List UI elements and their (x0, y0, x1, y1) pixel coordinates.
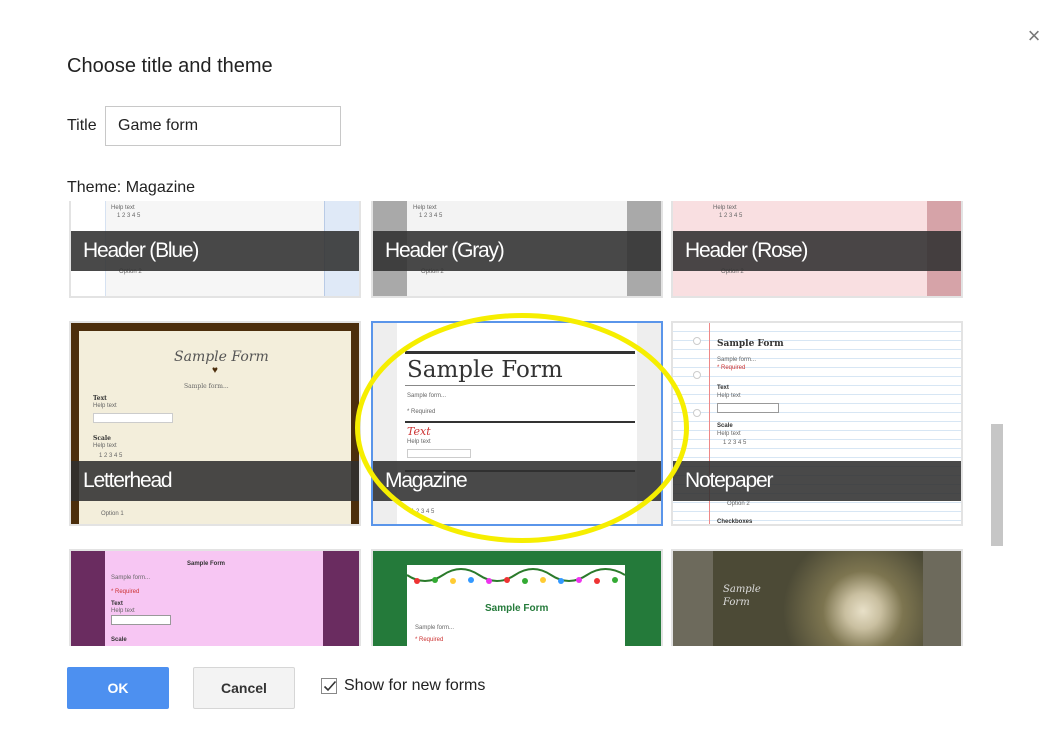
sample-form-title: Sample Form (717, 339, 784, 349)
dialog-title: Choose title and theme (67, 55, 273, 77)
text-field (111, 615, 171, 625)
rule (405, 421, 635, 423)
scale-numbers: 1 2 3 4 5 (99, 453, 123, 459)
help-text: Help text (717, 431, 741, 437)
rule (405, 385, 635, 386)
title-label: Title (67, 117, 97, 134)
required-note: * Required (717, 365, 746, 371)
sample-form-title: Sample Form (187, 561, 226, 567)
required-note: * Required (407, 409, 436, 415)
sample-form-title: Sample Form (174, 349, 269, 365)
sample-form-desc: Sample form... (184, 383, 229, 390)
crest-icon: ♥ (212, 365, 218, 376)
text-field (93, 413, 173, 423)
theme-label: Theme: Magazine (67, 179, 196, 196)
tile-label: Letterhead (71, 461, 359, 501)
sample-form-desc: Sample form... (407, 393, 447, 399)
string-lights-icon (407, 568, 625, 584)
title-input[interactable] (105, 106, 341, 146)
scale-numbers: 1 2 3 4 5 (723, 440, 747, 446)
field-label: Text (111, 601, 123, 607)
field-label: Text (407, 425, 431, 438)
checkbox-label: Show for new forms (344, 677, 486, 694)
theme-grid[interactable]: Help text 1 2 3 4 5 Option 2 Header (Blu… (67, 201, 967, 646)
help-text: Help text (413, 205, 437, 211)
option-label: Option 2 (727, 501, 750, 507)
required-note: * Required (415, 637, 444, 643)
help-text: Help text (93, 443, 117, 449)
help-text: Help text (93, 403, 117, 409)
field-label: Text (717, 385, 729, 391)
tile-label: Notepaper (673, 461, 961, 501)
tile-label: Header (Blue) (71, 231, 359, 271)
theme-tile-flowers[interactable]: Sample Form (671, 549, 963, 646)
tile-paper: Sample Form Sample form... * Required (407, 565, 625, 646)
theme-tile-green-lights[interactable]: Sample Form Sample form... * Required (371, 549, 663, 646)
theme-tile-header-blue[interactable]: Help text 1 2 3 4 5 Option 2 Header (Blu… (69, 201, 361, 298)
tile-label: Header (Rose) (673, 231, 961, 271)
cancel-button[interactable]: Cancel (193, 667, 295, 709)
scrollbar-thumb[interactable] (991, 424, 1003, 546)
scale-numbers: 1 2 3 4 5 (419, 213, 443, 219)
scale-numbers: 1 2 3 4 5 (719, 213, 743, 219)
checkbox-box[interactable] (321, 678, 337, 694)
help-text: Help text (717, 393, 741, 399)
help-text: Help text (713, 205, 737, 211)
tile-label: Header (Gray) (373, 231, 661, 271)
field-label: Text (93, 395, 107, 402)
punch-hole (693, 337, 701, 345)
theme-tile-purple[interactable]: Sample Form Sample form... * Required Te… (69, 549, 361, 646)
ok-button[interactable]: OK (67, 667, 169, 709)
rule (405, 351, 635, 354)
sample-form-title: Sample Form (723, 584, 761, 608)
sample-form-title: Sample Form (485, 603, 549, 614)
field-label: Scale (111, 637, 127, 643)
scale-numbers: 1 2 3 4 5 (117, 213, 141, 219)
close-icon[interactable]: × (1024, 25, 1044, 47)
checkmark-icon (323, 680, 337, 692)
theme-tile-header-gray[interactable]: Help text 1 2 3 4 5 Option 2 Header (Gra… (371, 201, 663, 298)
help-text: Help text (111, 205, 135, 211)
field-label: Checkboxes (717, 519, 753, 525)
sample-form-title: Sample Form (407, 357, 563, 383)
required-note: * Required (111, 589, 140, 595)
theme-tile-notepaper[interactable]: Sample Form Sample form... * Required Te… (671, 321, 963, 526)
punch-hole (693, 371, 701, 379)
sample-form-desc: Sample form... (111, 575, 151, 581)
text-field (717, 403, 779, 413)
field-label: Scale (93, 435, 111, 442)
punch-hole (693, 409, 701, 417)
theme-tile-magazine[interactable]: Sample Form Sample form... * Required Te… (371, 321, 663, 526)
theme-tile-header-rose[interactable]: Help text 1 2 3 4 5 Option 2 Header (Ros… (671, 201, 963, 298)
sample-form-desc: Sample form... (415, 625, 455, 631)
scale-numbers: 1 2 3 4 5 (411, 509, 435, 515)
tile-paper: Sample Form Sample form... * Required Te… (105, 551, 323, 646)
option-label: Option 1 (101, 511, 124, 517)
tile-label: Magazine (373, 461, 661, 501)
text-field (407, 449, 471, 458)
help-text: Help text (111, 608, 135, 614)
field-label: Scale (717, 423, 733, 429)
sample-form-desc: Sample form... (717, 357, 757, 363)
help-text: Help text (407, 439, 431, 445)
theme-tile-letterhead[interactable]: Sample Form ♥ Sample form... Text Help t… (69, 321, 361, 526)
